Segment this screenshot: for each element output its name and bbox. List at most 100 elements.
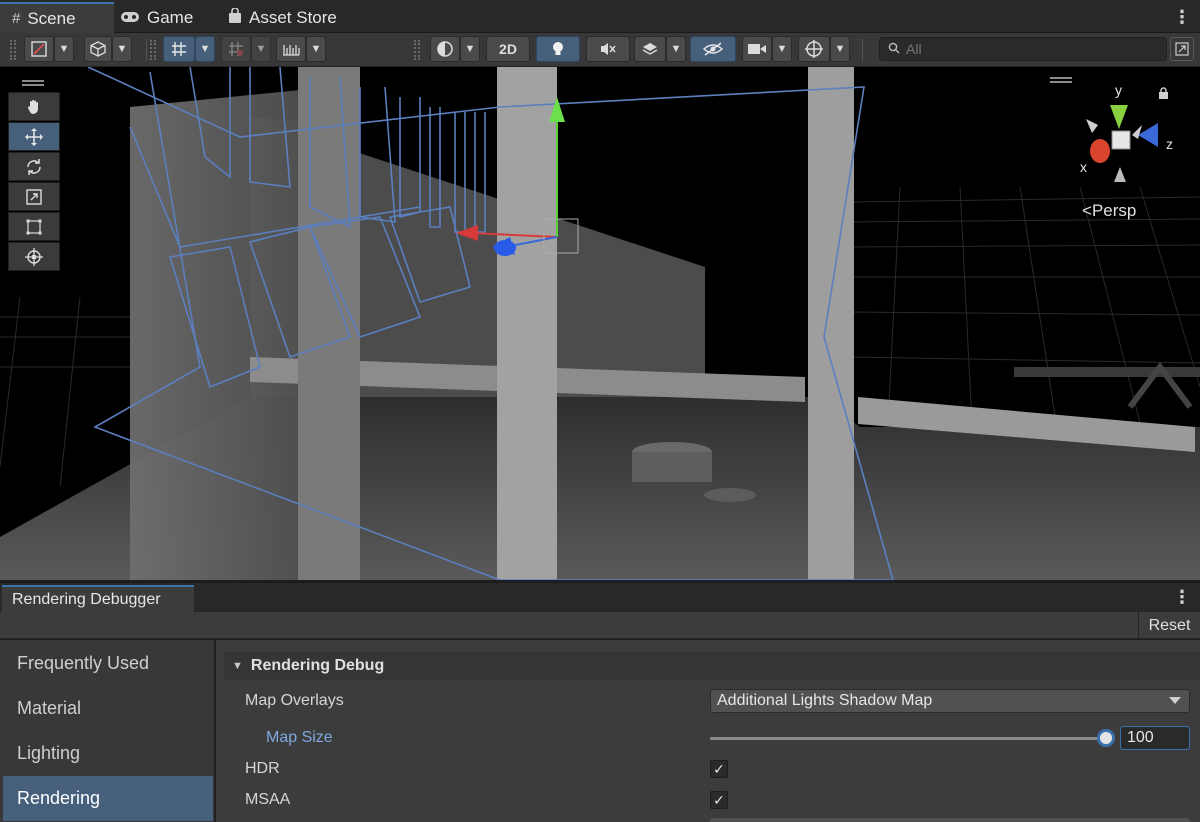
tab-game[interactable]: Game bbox=[120, 3, 193, 33]
search-field[interactable] bbox=[879, 37, 1167, 61]
draw-mode-button[interactable] bbox=[24, 36, 54, 62]
map-size-slider[interactable] bbox=[710, 729, 1115, 747]
render-mode-dropdown[interactable]: ▼ bbox=[112, 36, 132, 62]
search-input[interactable] bbox=[906, 41, 1146, 57]
map-size-input[interactable]: 100 bbox=[1120, 726, 1190, 750]
dropdown-arrow-icon bbox=[1169, 697, 1181, 704]
search-icon bbox=[888, 41, 900, 57]
slider-fill bbox=[710, 737, 1106, 740]
shading-mode-button[interactable] bbox=[430, 36, 460, 62]
next-property-field[interactable] bbox=[710, 818, 1190, 822]
debugger-sidebar: Frequently Used Material Lighting Render… bbox=[0, 640, 215, 822]
tab-asset-store[interactable]: Asset Store bbox=[228, 3, 337, 33]
chevron-down-icon: ▼ bbox=[116, 43, 128, 55]
rect-transform-icon bbox=[26, 219, 42, 234]
eye-hidden-icon bbox=[702, 42, 724, 56]
move-tool-button[interactable] bbox=[8, 122, 60, 151]
toolbar-grip[interactable] bbox=[150, 40, 156, 60]
audio-toggle[interactable] bbox=[586, 36, 630, 62]
chevron-down-icon: ▼ bbox=[776, 43, 788, 55]
increment-snap-icon bbox=[229, 42, 243, 56]
2d-mode-toggle[interactable]: 2D bbox=[486, 36, 530, 62]
msaa-label: MSAA bbox=[245, 791, 291, 808]
tool-palette bbox=[8, 80, 60, 272]
toolbar-grip[interactable] bbox=[414, 40, 420, 60]
sidebar-item-rendering[interactable]: Rendering bbox=[3, 776, 213, 821]
grid-hash-icon: # bbox=[12, 10, 21, 27]
overlay-handle[interactable] bbox=[1050, 77, 1072, 83]
sidebar-item-material[interactable]: Material bbox=[3, 686, 213, 731]
chevron-down-icon: ▼ bbox=[255, 43, 267, 55]
shading-mode-dropdown[interactable]: ▼ bbox=[460, 36, 480, 62]
msaa-checkbox[interactable]: ✓ bbox=[710, 791, 728, 809]
gizmo-z-label: z bbox=[1166, 136, 1173, 152]
scene-viewport[interactable]: y z x <Persp bbox=[0, 67, 1200, 580]
grid-snap-dropdown[interactable]: ▼ bbox=[195, 36, 215, 62]
triangle-down-icon: ▼ bbox=[232, 660, 243, 672]
projection-toggle[interactable]: <Persp bbox=[1082, 201, 1136, 221]
gizmos-button[interactable] bbox=[798, 36, 830, 62]
rotate-tool-button[interactable] bbox=[8, 152, 60, 181]
hdr-label: HDR bbox=[245, 760, 280, 777]
speaker-muted-icon bbox=[601, 43, 616, 55]
debugger-panel: ▼ Rendering Debug Map Overlays Additiona… bbox=[216, 640, 1200, 822]
debugger-header: Reset bbox=[0, 612, 1200, 639]
snap-settings-dropdown[interactable]: ▼ bbox=[306, 36, 326, 62]
gizmo-x-label: x bbox=[1080, 159, 1087, 175]
rotate-icon bbox=[27, 158, 41, 175]
shopping-bag-icon bbox=[228, 7, 242, 28]
slider-thumb[interactable] bbox=[1097, 729, 1115, 747]
gamepad-icon bbox=[120, 10, 140, 27]
foldout-title: Rendering Debug bbox=[250, 657, 385, 674]
map-size-label: Map Size bbox=[266, 729, 333, 746]
render-mode-button[interactable] bbox=[84, 36, 112, 62]
reset-button[interactable]: Reset bbox=[1138, 612, 1200, 639]
hdr-checkbox[interactable]: ✓ bbox=[710, 760, 728, 778]
effects-button[interactable] bbox=[634, 36, 666, 62]
rendering-debug-foldout[interactable]: ▼ Rendering Debug bbox=[224, 652, 1200, 680]
tool-palette-handle[interactable] bbox=[22, 80, 44, 86]
tab-asset-store-label: Asset Store bbox=[249, 8, 337, 27]
more-options-icon[interactable]: ⋮ bbox=[1173, 8, 1191, 26]
increment-snap-button[interactable] bbox=[221, 36, 251, 62]
ruler-icon bbox=[283, 45, 300, 56]
projection-label: Persp bbox=[1091, 201, 1137, 220]
tab-scene[interactable]: # Scene bbox=[0, 2, 114, 33]
sidebar-item-lighting[interactable]: Lighting bbox=[3, 731, 213, 776]
camera-settings-button[interactable] bbox=[742, 36, 772, 62]
scale-icon bbox=[26, 188, 42, 205]
increment-snap-dropdown[interactable]: ▼ bbox=[251, 36, 271, 62]
sidebar-item-frequently-used[interactable]: Frequently Used bbox=[3, 641, 213, 686]
expand-icon bbox=[1175, 42, 1189, 56]
gizmos-dropdown[interactable]: ▼ bbox=[830, 36, 850, 62]
debugger-tabbar: Rendering Debugger ⋮ bbox=[0, 582, 1200, 613]
toolbar-grip[interactable] bbox=[10, 40, 16, 60]
chevron-down-icon: ▼ bbox=[199, 43, 211, 55]
hand-icon bbox=[27, 99, 38, 114]
search-options-button[interactable] bbox=[1170, 37, 1194, 61]
camera-icon bbox=[748, 44, 766, 54]
draw-mode-icon bbox=[31, 41, 47, 57]
debugger-more-options-icon[interactable]: ⋮ bbox=[1173, 588, 1191, 606]
camera-settings-dropdown[interactable]: ▼ bbox=[772, 36, 792, 62]
draw-mode-dropdown[interactable]: ▼ bbox=[54, 36, 74, 62]
rect-tool-button[interactable] bbox=[8, 212, 60, 241]
grid-snap-toggle[interactable] bbox=[163, 36, 195, 62]
scene-visibility-toggle[interactable] bbox=[690, 36, 736, 62]
transform-tool-button[interactable] bbox=[8, 242, 60, 271]
gizmo-globe-icon bbox=[805, 40, 823, 58]
hand-tool-button[interactable] bbox=[8, 92, 60, 121]
lighting-toggle[interactable] bbox=[536, 36, 580, 62]
grid-snap-icon bbox=[172, 42, 186, 56]
checkmark-icon: ✓ bbox=[713, 791, 725, 808]
orientation-gizmo[interactable]: y z x bbox=[1070, 77, 1190, 187]
tab-game-label: Game bbox=[147, 8, 194, 27]
chevron-down-icon: ▼ bbox=[670, 43, 682, 55]
chevron-down-icon: ▼ bbox=[310, 43, 322, 55]
snap-settings-button[interactable] bbox=[276, 36, 306, 62]
scale-tool-button[interactable] bbox=[8, 182, 60, 211]
tab-rendering-debugger[interactable]: Rendering Debugger bbox=[2, 585, 194, 613]
map-overlays-dropdown[interactable]: Additional Lights Shadow Map bbox=[710, 689, 1190, 713]
effects-dropdown[interactable]: ▼ bbox=[666, 36, 686, 62]
map-overlays-value: Additional Lights Shadow Map bbox=[717, 692, 933, 709]
